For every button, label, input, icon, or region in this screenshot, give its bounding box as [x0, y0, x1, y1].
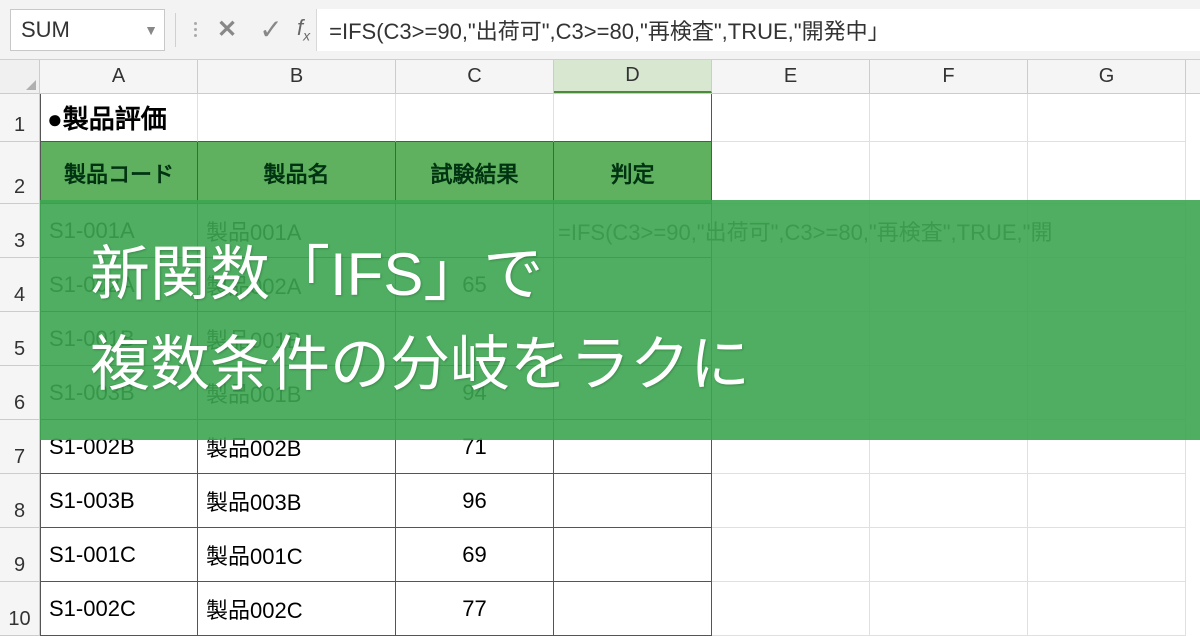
cell-B1[interactable] — [198, 94, 396, 142]
row-header-2[interactable]: 2 — [0, 142, 40, 204]
formula-text: =IFS(C3>=90,"出荷可",C3>=80,"再検査",TRUE,"開発中… — [329, 14, 889, 46]
row-9: 9 S1-001C 製品001C 69 — [0, 528, 1200, 582]
formula-input[interactable]: =IFS(C3>=90,"出荷可",C3>=80,"再検査",TRUE,"開発中… — [316, 9, 1200, 51]
row-header-9[interactable]: 9 — [0, 528, 40, 582]
select-all-corner[interactable] — [0, 60, 40, 93]
grip-icon — [186, 22, 205, 37]
cell-F9[interactable] — [870, 528, 1028, 582]
overlay-line1: 新関数「IFS」で — [90, 230, 1200, 320]
cell-C10[interactable]: 77 — [396, 582, 554, 636]
cancel-button[interactable]: ✕ — [205, 9, 249, 51]
cell-D2[interactable]: 判定 — [554, 142, 712, 204]
column-header-C[interactable]: C — [396, 60, 554, 93]
divider — [175, 13, 176, 47]
row-header-8[interactable]: 8 — [0, 474, 40, 528]
column-header-A[interactable]: A — [40, 60, 198, 93]
cell-G10[interactable] — [1028, 582, 1186, 636]
cell-A2[interactable]: 製品コード — [40, 142, 198, 204]
row-1: 1 ●製品評価 — [0, 94, 1200, 142]
overlay-line2: 複数条件の分岐をラクに — [90, 320, 1200, 410]
row-10: 10 S1-002C 製品002C 77 — [0, 582, 1200, 636]
cell-D1[interactable] — [554, 94, 712, 142]
row-header-5[interactable]: 5 — [0, 312, 40, 366]
cell-D10[interactable] — [554, 582, 712, 636]
cell-G2[interactable] — [1028, 142, 1186, 204]
cell-A10[interactable]: S1-002C — [40, 582, 198, 636]
cell-C1[interactable] — [396, 94, 554, 142]
cell-C8[interactable]: 96 — [396, 474, 554, 528]
fx-icon[interactable]: fx — [293, 15, 316, 43]
cell-E10[interactable] — [712, 582, 870, 636]
cell-E8[interactable] — [712, 474, 870, 528]
row-header-7[interactable]: 7 — [0, 420, 40, 474]
cell-G1[interactable] — [1028, 94, 1186, 142]
cell-A9[interactable]: S1-001C — [40, 528, 198, 582]
cell-F2[interactable] — [870, 142, 1028, 204]
column-header-D[interactable]: D — [554, 60, 712, 93]
title-text: ●製品評価 — [47, 99, 167, 136]
cell-C2[interactable]: 試験結果 — [396, 142, 554, 204]
cell-F1[interactable] — [870, 94, 1028, 142]
column-header-G[interactable]: G — [1028, 60, 1186, 93]
cell-F10[interactable] — [870, 582, 1028, 636]
column-header-E[interactable]: E — [712, 60, 870, 93]
cell-D8[interactable] — [554, 474, 712, 528]
accept-button[interactable]: ✓ — [249, 9, 293, 51]
column-header-F[interactable]: F — [870, 60, 1028, 93]
overlay-banner: 新関数「IFS」で 複数条件の分岐をラクに — [40, 200, 1200, 440]
cell-B8[interactable]: 製品003B — [198, 474, 396, 528]
cell-B10[interactable]: 製品002C — [198, 582, 396, 636]
row-header-1[interactable]: 1 — [0, 94, 40, 142]
column-header-row: A B C D E F G — [0, 60, 1200, 94]
row-header-4[interactable]: 4 — [0, 258, 40, 312]
cell-G9[interactable] — [1028, 528, 1186, 582]
row-8: 8 S1-003B 製品003B 96 — [0, 474, 1200, 528]
name-box-value: SUM — [21, 17, 70, 43]
row-header-3[interactable]: 3 — [0, 204, 40, 258]
column-header-B[interactable]: B — [198, 60, 396, 93]
cell-F8[interactable] — [870, 474, 1028, 528]
cell-A8[interactable]: S1-003B — [40, 474, 198, 528]
cell-C9[interactable]: 69 — [396, 528, 554, 582]
cell-G8[interactable] — [1028, 474, 1186, 528]
name-box[interactable]: SUM ▼ — [10, 9, 165, 51]
cell-B2[interactable]: 製品名 — [198, 142, 396, 204]
row-2: 2 製品コード 製品名 試験結果 判定 — [0, 142, 1200, 204]
row-header-6[interactable]: 6 — [0, 366, 40, 420]
cell-A1[interactable]: ●製品評価 — [40, 94, 198, 142]
cell-E9[interactable] — [712, 528, 870, 582]
cell-D9[interactable] — [554, 528, 712, 582]
cell-E1[interactable] — [712, 94, 870, 142]
name-box-dropdown-icon[interactable]: ▼ — [144, 22, 158, 38]
row-header-10[interactable]: 10 — [0, 582, 40, 636]
cell-E2[interactable] — [712, 142, 870, 204]
cell-B9[interactable]: 製品001C — [198, 528, 396, 582]
formula-bar: SUM ▼ ✕ ✓ fx =IFS(C3>=90,"出荷可",C3>=80,"再… — [0, 0, 1200, 60]
